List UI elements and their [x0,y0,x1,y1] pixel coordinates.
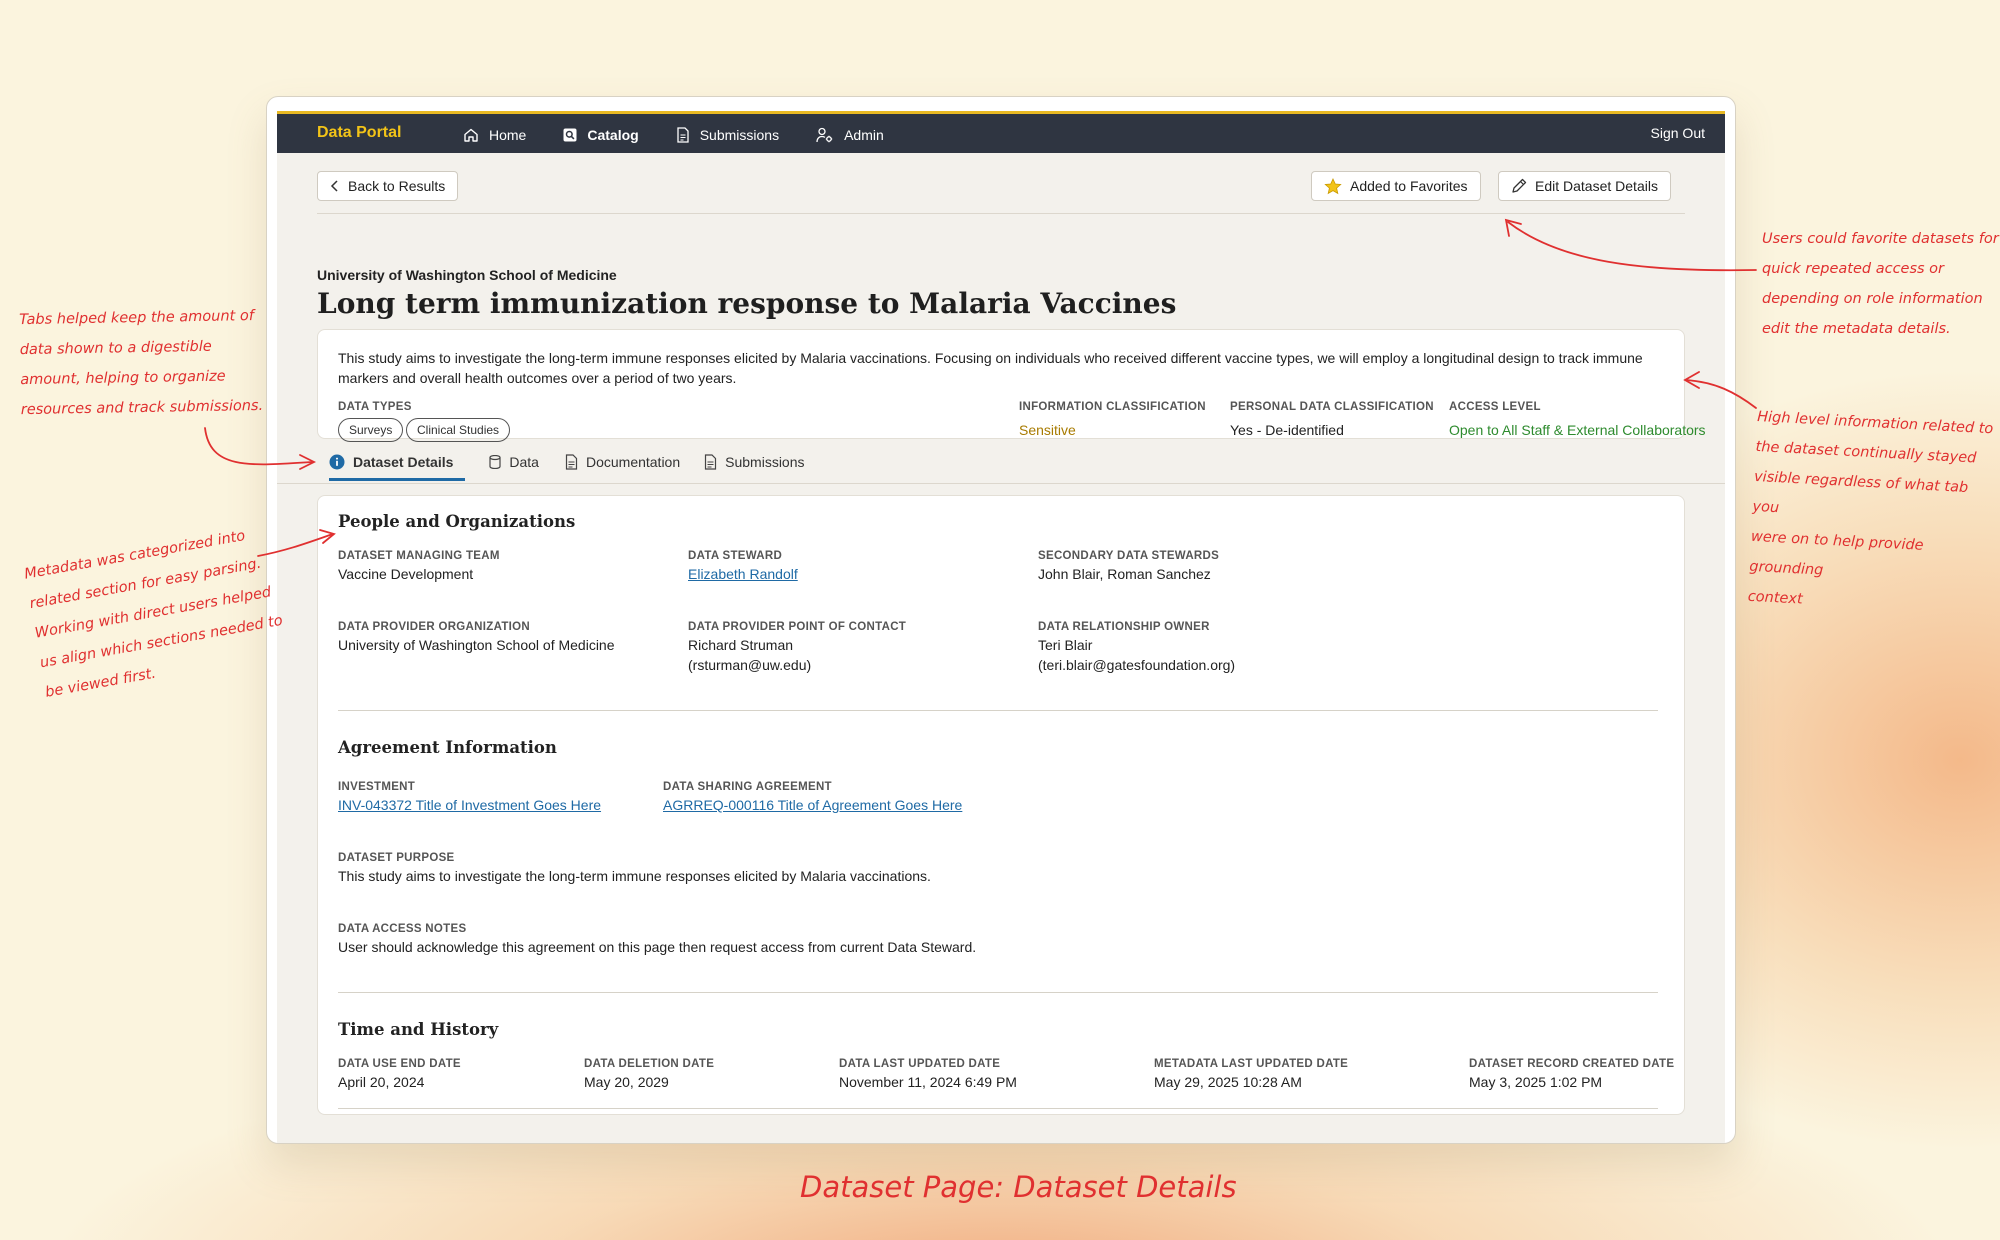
page-caption: Dataset Page: Dataset Details [800,1170,1237,1204]
arrow-metadata [257,533,334,557]
annotation-arrows [204,218,1757,557]
arrow-highlevel [1685,379,1757,409]
arrow-tabs [204,427,313,466]
arrow-favorite [1507,221,1757,272]
